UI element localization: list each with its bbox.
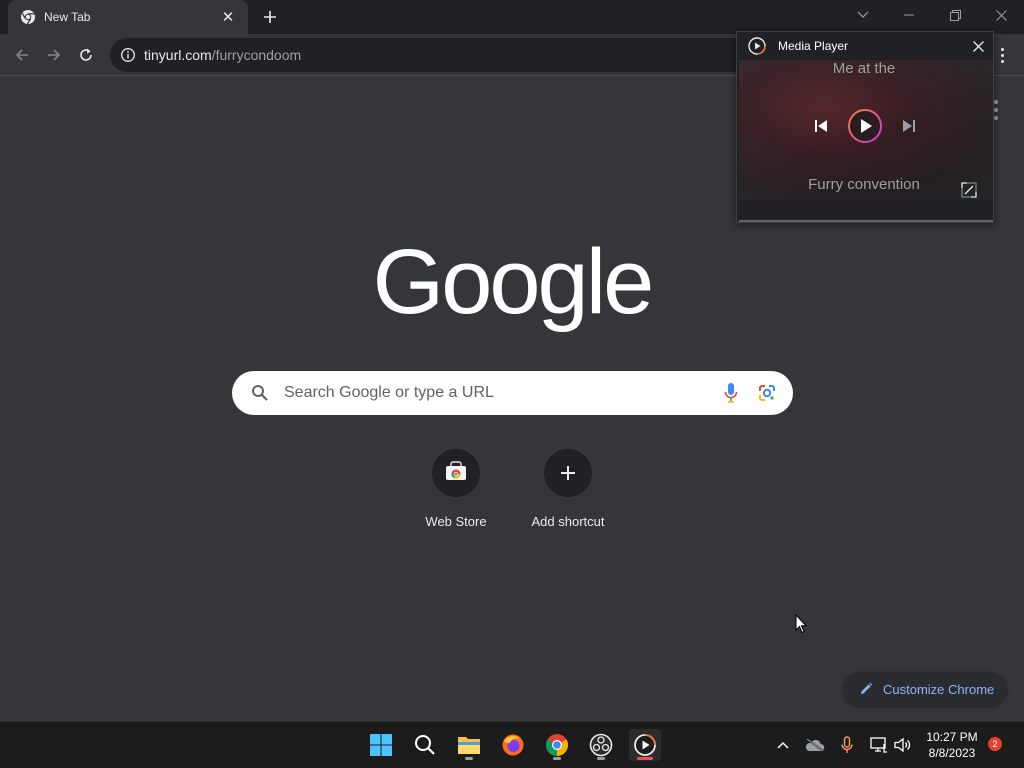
shortcut-tile[interactable] [544,449,592,497]
tab-search-button[interactable] [840,0,886,30]
site-info-icon[interactable] [120,47,136,63]
tab-strip: New Tab ✕ [0,0,1024,34]
folder-icon [458,737,480,754]
media-player-header: Media Player [737,32,993,60]
shortcut-label: Add shortcut [531,514,605,529]
clock-date: 8/8/2023 [928,746,976,760]
speaker-icon [894,737,911,753]
chevron-down-icon [857,11,869,18]
search-placeholder[interactable]: Search Google or type a URL [284,384,707,402]
play-icon [848,109,882,143]
minimize-icon [904,14,914,16]
chrome-menu-button[interactable] [994,43,1010,67]
mouse-cursor-icon [795,614,807,634]
volume-tray-icon[interactable] [893,735,913,755]
chrome-icon [546,734,568,756]
media-player-icon [634,734,656,756]
microphone-icon [841,736,853,753]
google-lens-icon[interactable] [755,381,779,405]
obs-button[interactable] [585,729,617,761]
search-icon [250,383,270,403]
shortcut-tile[interactable] [432,449,480,497]
back-button[interactable] [6,39,38,71]
network-tray-icon[interactable] [869,735,889,755]
restore-button[interactable] [932,0,978,30]
url-domain: tinyurl.com [144,47,212,63]
taskbar-search-button[interactable] [409,729,441,761]
back-arrow-icon [15,49,28,61]
media-player-popup: Media Player Me at the Furry convention [736,31,994,223]
start-button[interactable] [365,729,397,761]
play-button[interactable] [847,108,883,144]
restore-icon [949,9,961,21]
chevron-up-icon [777,741,789,749]
network-icon [870,737,887,753]
expand-icon[interactable] [961,182,979,200]
plus-icon [264,11,276,23]
firefox-icon [502,734,524,756]
video-caption-bottom: Furry convention [808,176,920,193]
menu-dot-icon [1000,47,1004,51]
microphone-icon[interactable] [719,381,743,405]
web-store-icon [445,460,467,486]
menu-dot-icon [994,108,998,112]
previous-track-icon[interactable] [811,116,831,136]
tab-title: New Tab [44,10,91,24]
menu-dot-icon [994,100,998,104]
search-icon [415,735,435,755]
shortcut-web-store[interactable]: Web Store [400,449,512,529]
media-player-app-icon [748,37,766,55]
new-tab-button[interactable] [258,5,282,29]
menu-dot-icon [1000,53,1004,57]
media-progress-bar[interactable] [739,220,993,222]
close-icon [995,9,1007,21]
microphone-tray-icon[interactable] [837,735,857,755]
onedrive-tray-icon[interactable] [805,735,825,755]
system-clock[interactable]: 10:27 PM 8/8/2023 [920,729,984,761]
show-hidden-icons-button[interactable] [773,735,793,755]
firefox-button[interactable] [497,729,529,761]
media-player-title: Media Player [778,39,849,53]
shortcut-add[interactable]: Add shortcut [512,449,624,529]
pencil-icon [861,682,873,694]
menu-dot-icon [994,116,998,120]
google-logo: Google [372,231,655,333]
forward-button[interactable] [38,39,70,71]
chrome-button[interactable] [541,729,573,761]
tab-close-icon[interactable]: ✕ [218,7,238,27]
customize-chrome-button[interactable]: Customize Chrome [843,672,1007,706]
plus-icon [561,466,575,480]
windows-taskbar: 10:27 PM 8/8/2023 2 [0,721,1024,768]
windows-logo-icon [370,734,392,756]
menu-dot-icon [1000,59,1004,63]
reload-button[interactable] [70,39,102,71]
customize-label: Customize Chrome [883,681,995,697]
running-indicator [597,757,605,760]
next-track-icon[interactable] [899,116,919,136]
search-box[interactable]: Search Google or type a URL [232,371,793,415]
active-indicator [637,757,653,760]
running-indicator [465,757,473,760]
minimize-button[interactable] [886,0,932,30]
cloud-off-icon [805,738,825,752]
tab-new-tab[interactable]: New Tab ✕ [8,0,248,34]
close-icon[interactable] [963,32,993,60]
chrome-favicon-icon [20,9,36,25]
close-window-button[interactable] [978,0,1024,30]
url-path: /furrycondoom [211,47,302,63]
running-indicator [553,757,561,760]
media-controls [737,108,993,144]
file-explorer-button[interactable] [453,729,485,761]
shortcut-label: Web Store [425,514,487,529]
notification-badge[interactable]: 2 [988,737,1002,751]
obs-studio-icon [589,733,613,757]
media-player-taskbar-button[interactable] [629,729,661,761]
reload-icon [80,48,92,61]
video-caption-top: Me at the [832,60,896,77]
clock-time: 10:27 PM [926,730,978,744]
forward-arrow-icon [48,49,61,61]
